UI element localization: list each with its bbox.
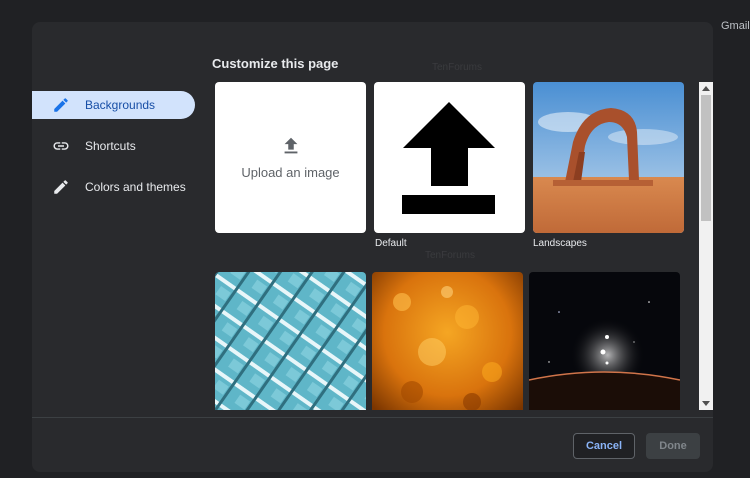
architecture-tile[interactable] xyxy=(215,272,366,410)
landscapes-label: Landscapes xyxy=(533,238,587,249)
customize-dialog: Customize this page TenForums TenForums … xyxy=(32,22,713,472)
sidebar-item-label: Colors and themes xyxy=(85,180,186,194)
texture-tile[interactable] xyxy=(372,272,523,410)
texture-image xyxy=(372,272,523,410)
sidebar-item-backgrounds[interactable]: Backgrounds xyxy=(32,91,195,119)
scroll-thumb[interactable] xyxy=(701,95,711,221)
watermark: TenForums xyxy=(432,62,483,73)
sidebar-item-label: Shortcuts xyxy=(85,139,136,153)
upload-icon xyxy=(280,135,302,157)
dialog-footer: Cancel Done xyxy=(32,417,713,472)
default-label: Default xyxy=(375,238,407,249)
scrollbar[interactable] xyxy=(699,82,713,410)
architecture-image xyxy=(215,272,366,410)
link-icon xyxy=(52,137,70,155)
default-tile[interactable] xyxy=(374,82,525,233)
scroll-down-arrow-icon[interactable] xyxy=(702,401,710,406)
pencil-icon xyxy=(52,96,70,114)
cancel-button[interactable]: Cancel xyxy=(573,433,635,459)
upload-image-tile[interactable]: Upload an image xyxy=(215,82,366,233)
landscape-image xyxy=(533,82,684,233)
gmail-link[interactable]: Gmail xyxy=(721,20,750,32)
sidebar-item-colors-and-themes[interactable]: Colors and themes xyxy=(32,173,195,201)
space-image xyxy=(529,272,680,410)
landscapes-tile[interactable] xyxy=(533,82,684,233)
space-tile[interactable] xyxy=(529,272,680,410)
done-button[interactable]: Done xyxy=(646,433,700,459)
upload-arrow-icon xyxy=(374,82,525,233)
pencil-icon xyxy=(52,178,70,196)
backgrounds-grid: Upload an image Default Landscapes xyxy=(212,80,713,410)
upload-label: Upload an image xyxy=(241,165,340,180)
sidebar-item-label: Backgrounds xyxy=(85,98,156,112)
dialog-title: Customize this page xyxy=(212,56,339,71)
sidebar-item-shortcuts[interactable]: Shortcuts xyxy=(32,132,195,160)
scroll-up-arrow-icon[interactable] xyxy=(702,86,710,91)
